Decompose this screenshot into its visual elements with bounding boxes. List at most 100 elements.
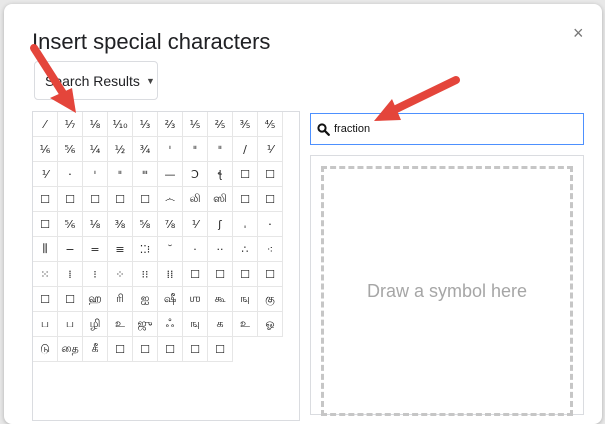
symbol-cell[interactable]: ⁄ — [33, 112, 58, 137]
symbol-cell[interactable]: கூ — [208, 287, 233, 312]
symbol-cell[interactable]: − — [58, 237, 83, 262]
symbol-cell[interactable]: ⁚⁚⁝ — [133, 237, 158, 262]
symbol-search-box[interactable] — [310, 113, 584, 145]
symbol-cell[interactable]: ⅖ — [208, 112, 233, 137]
symbol-cell[interactable]: ஹ — [83, 287, 108, 312]
symbol-cell[interactable]: ஙு — [183, 312, 208, 337]
symbol-cell[interactable]: ☐ — [258, 262, 283, 287]
symbol-cell[interactable]: 𐄇 — [83, 162, 108, 187]
symbol-cell[interactable]: ☐ — [233, 187, 258, 212]
symbol-cell[interactable]: ⅗ — [233, 112, 258, 137]
symbol-cell[interactable]: ☐ — [58, 287, 83, 312]
symbol-cell[interactable]: ☐ — [233, 162, 258, 187]
symbol-cell[interactable]: ☐ — [133, 337, 158, 362]
symbol-cell[interactable]: 𐄈 — [183, 137, 208, 162]
symbol-cell[interactable]: ☐ — [208, 337, 233, 362]
symbol-cell[interactable]: 𐄇 — [158, 137, 183, 162]
symbol-cell[interactable]: ˘ — [158, 237, 183, 262]
symbol-cell[interactable]: ☐ — [33, 212, 58, 237]
close-icon[interactable]: × — [573, 23, 584, 44]
symbol-cell[interactable]: ⅕ — [183, 112, 208, 137]
symbol-cell[interactable]: லி — [183, 187, 208, 212]
draw-symbol-area[interactable]: Draw a symbol here — [321, 166, 573, 416]
symbol-cell[interactable]: ⅟ — [258, 137, 283, 162]
symbol-cell[interactable]: ⅞ — [158, 212, 183, 237]
symbol-cell[interactable]: உ — [108, 312, 133, 337]
symbol-cell[interactable]: ≡ — [108, 237, 133, 262]
symbol-cell[interactable]: 𐄈 — [108, 162, 133, 187]
category-dropdown[interactable]: Search Results ▼ — [34, 61, 158, 100]
symbol-cell[interactable]: ☐ — [108, 337, 133, 362]
symbol-cell[interactable]: ¼ — [83, 137, 108, 162]
symbol-cell[interactable]: 𐄉 — [133, 162, 158, 187]
symbol-cell[interactable]: ⁝⁝ — [133, 262, 158, 287]
symbol-cell[interactable]: ⁘ — [108, 262, 133, 287]
symbol-cell[interactable]: 𐄈 — [208, 137, 233, 162]
symbol-cell[interactable]: ꓛ — [183, 162, 208, 187]
symbol-cell[interactable]: ⅚ — [58, 137, 83, 162]
symbol-cell[interactable]: ழி — [83, 312, 108, 337]
symbol-cell[interactable]: ஃ — [158, 312, 183, 337]
symbol-cell[interactable]: ⅙ — [33, 137, 58, 162]
symbol-cell[interactable]: ☐ — [183, 337, 208, 362]
symbol-cell[interactable]: ⫼ — [33, 237, 58, 262]
symbol-cell[interactable]: ⅔ — [158, 112, 183, 137]
symbol-cell[interactable]: ஷீ — [158, 287, 183, 312]
search-input[interactable] — [334, 123, 554, 135]
symbol-cell[interactable]: ஓ — [258, 312, 283, 337]
symbol-cell[interactable]: ⅟ — [33, 162, 58, 187]
symbol-cell[interactable]: ⅝ — [133, 212, 158, 237]
symbol-cell[interactable]: = — [83, 237, 108, 262]
symbol-cell[interactable]: ⅛ — [83, 112, 108, 137]
symbol-cell[interactable]: ப — [33, 312, 58, 337]
symbol-cell[interactable]: ☐ — [233, 262, 258, 287]
symbol-cell[interactable]: — — [158, 162, 183, 187]
symbol-cell[interactable]: ⅜ — [108, 212, 133, 237]
symbol-cell[interactable]: ⁝ — [83, 262, 108, 287]
symbol-cell[interactable]: ⅚ — [58, 212, 83, 237]
symbol-cell[interactable]: டு — [33, 337, 58, 362]
symbol-cell[interactable]: ⁞ — [58, 262, 83, 287]
symbol-cell[interactable]: ⅓ — [133, 112, 158, 137]
symbol-cell[interactable]: ☐ — [33, 187, 58, 212]
symbol-cell[interactable]: 𐄁 — [258, 212, 283, 237]
symbol-cell[interactable]: ꞎ — [208, 162, 233, 187]
symbol-cell[interactable]: ⅒ — [108, 112, 133, 137]
symbol-cell[interactable]: 𐄁 — [58, 162, 83, 187]
symbol-cell[interactable]: ரி — [108, 287, 133, 312]
symbol-cell[interactable]: ஐ — [133, 287, 158, 312]
symbol-cell[interactable]: உ — [233, 312, 258, 337]
symbol-cell[interactable]: ∴ — [233, 237, 258, 262]
symbol-cell[interactable]: ஜு — [133, 312, 158, 337]
symbol-cell[interactable]: ∕ — [233, 137, 258, 162]
symbol-cell[interactable]: ⅘ — [258, 112, 283, 137]
symbol-cell[interactable]: ☐ — [258, 187, 283, 212]
symbol-cell[interactable]: ☐ — [83, 187, 108, 212]
symbol-cell[interactable]: ʃ — [208, 212, 233, 237]
symbol-cell[interactable]: ⅐ — [58, 112, 83, 137]
symbol-cell[interactable]: ·· — [208, 237, 233, 262]
symbol-cell[interactable]: ⅟ — [183, 212, 208, 237]
symbol-cell[interactable]: · — [183, 237, 208, 262]
symbol-cell[interactable]: ⅛ — [83, 212, 108, 237]
symbol-cell[interactable]: ☐ — [158, 337, 183, 362]
symbol-cell[interactable]: ⁙ — [33, 262, 58, 287]
symbol-cell[interactable]: தை — [58, 337, 83, 362]
symbol-cell[interactable]: ☐ — [133, 187, 158, 212]
symbol-cell[interactable]: ☐ — [258, 162, 283, 187]
symbol-cell[interactable]: ⁞⁞ — [158, 262, 183, 287]
symbol-cell[interactable]: ஙு — [233, 287, 258, 312]
symbol-cell[interactable]: ☐ — [208, 262, 233, 287]
symbol-cell[interactable]: ¾ — [133, 137, 158, 162]
symbol-cell[interactable]: ☐ — [183, 262, 208, 287]
symbol-cell[interactable]: ☐ — [58, 187, 83, 212]
symbol-cell[interactable]: ⁖ — [258, 237, 283, 262]
symbol-cell[interactable]: க — [208, 312, 233, 337]
symbol-cell[interactable]: ☐ — [108, 187, 133, 212]
symbol-cell[interactable]: 𐄀 — [233, 212, 258, 237]
symbol-cell[interactable]: ப — [58, 312, 83, 337]
symbol-cell[interactable]: கீ — [83, 337, 108, 362]
symbol-cell[interactable]: ½ — [108, 137, 133, 162]
symbol-cell[interactable]: ☐ — [33, 287, 58, 312]
symbol-cell[interactable]: ஶ — [183, 287, 208, 312]
